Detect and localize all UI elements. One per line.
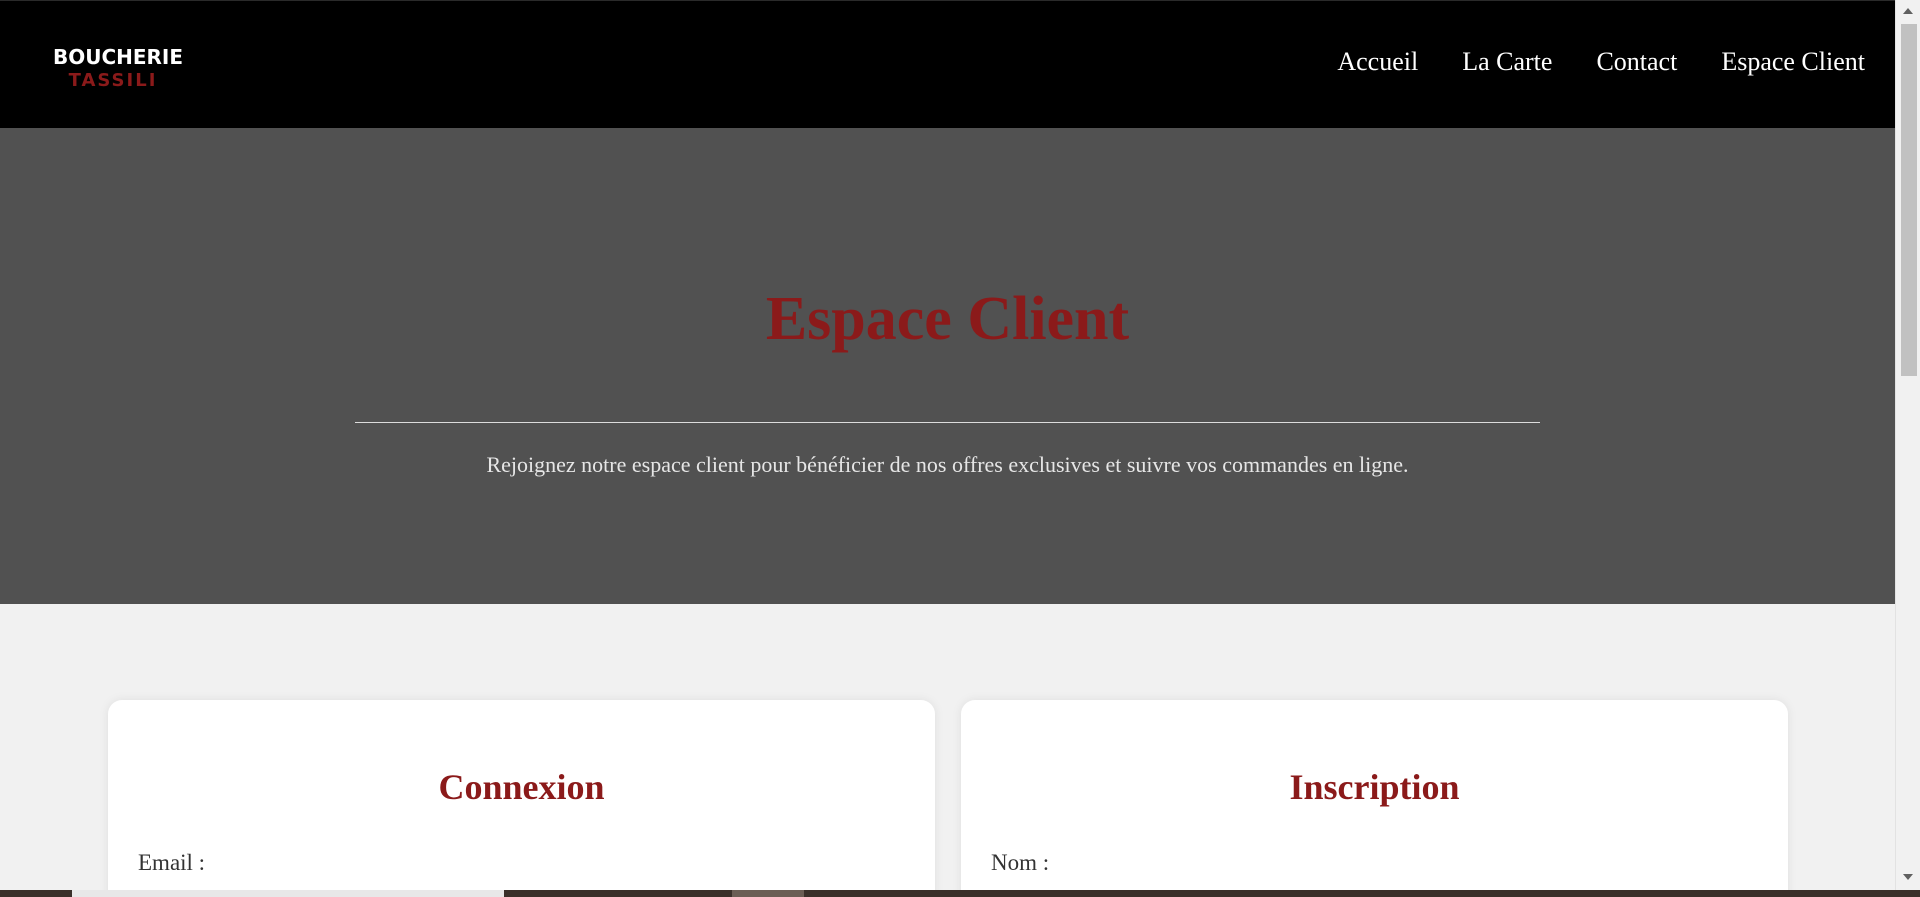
login-card: Connexion Email : bbox=[108, 700, 935, 897]
login-title: Connexion bbox=[438, 767, 605, 807]
email-label: Email : bbox=[138, 850, 206, 875]
page-title: Espace Client bbox=[765, 285, 1130, 353]
nav-link-espace-client[interactable]: Espace Client bbox=[1721, 47, 1865, 77]
scroll-thumb[interactable] bbox=[1901, 24, 1917, 376]
hero-subtitle: Rejoignez notre espace client pour bénéf… bbox=[486, 452, 1409, 477]
scroll-up-arrow-icon[interactable] bbox=[1903, 8, 1913, 14]
bottom-strip bbox=[0, 890, 1920, 897]
vertical-scrollbar[interactable] bbox=[1895, 0, 1920, 890]
name-label: Nom : bbox=[991, 850, 1050, 875]
logo-text-bottom: TASSILI bbox=[68, 70, 158, 91]
logo-text-top: BOUCHERIE bbox=[52, 45, 184, 69]
nav-link-contact[interactable]: Contact bbox=[1596, 47, 1677, 77]
bottom-strip-segment bbox=[732, 890, 804, 897]
scroll-down-arrow-icon[interactable] bbox=[1903, 874, 1913, 880]
nav-link-la-carte[interactable]: La Carte bbox=[1462, 47, 1552, 77]
hero-banner: Espace Client Rejoignez notre espace cli… bbox=[0, 128, 1895, 604]
main-nav: Accueil La Carte Contact Espace Client bbox=[1337, 47, 1865, 77]
site-header: BOUCHERIE TASSILI Accueil La Carte Conta… bbox=[0, 0, 1895, 128]
page: BOUCHERIE TASSILI Accueil La Carte Conta… bbox=[0, 0, 1920, 897]
site-logo[interactable]: BOUCHERIE TASSILI bbox=[48, 45, 188, 93]
signup-title: Inscription bbox=[1289, 767, 1460, 807]
nav-link-accueil[interactable]: Accueil bbox=[1337, 47, 1418, 77]
bottom-strip-segment bbox=[72, 890, 504, 897]
hero-divider bbox=[355, 422, 1540, 423]
signup-card: Inscription Nom : bbox=[961, 700, 1788, 897]
